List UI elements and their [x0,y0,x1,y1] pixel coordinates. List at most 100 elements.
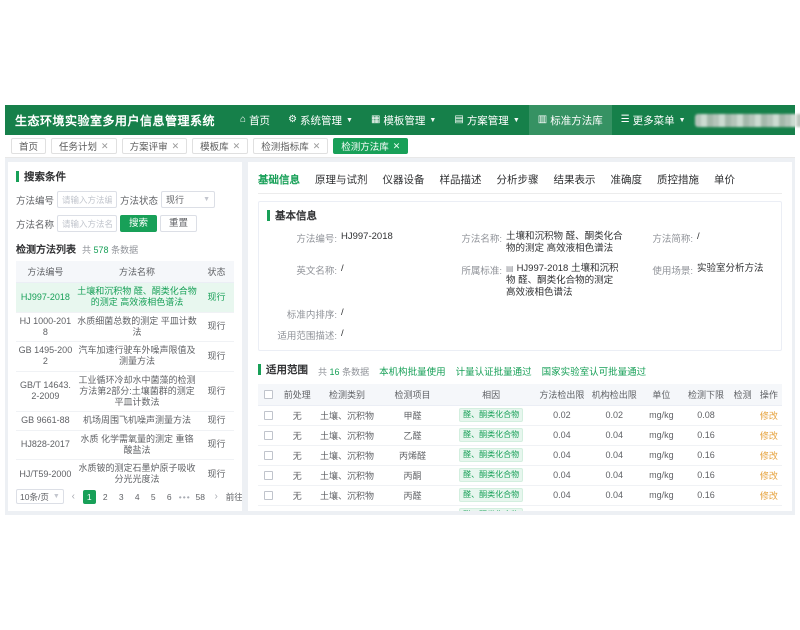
page-number-button[interactable]: 3 [115,490,128,504]
batch-use-link[interactable]: 本机构批量使用 [379,364,446,378]
nav-item-standard-method-library[interactable]: ▥ 标准方法库 [529,105,612,135]
search-button[interactable]: 搜索 [120,215,157,232]
row-checkbox[interactable] [264,451,273,460]
main-content: 搜索条件 方法编号 方法状态 现行 ▼ 方法名称 搜索 重置 检测方法列表 [5,158,795,515]
field-label: 使用场景: [623,263,693,277]
cell-checkbox [258,405,279,425]
cell-group: 醛、酮类化合物 [447,445,536,465]
tab-analysis-steps[interactable]: 分析步骤 [497,172,539,187]
tab-scheme-review[interactable]: 方案评审 ✕ [122,138,188,154]
select-all-checkbox[interactable] [264,390,273,399]
nav-item-scheme[interactable]: ▤ 方案管理 ▼ [445,105,528,135]
page-size-select[interactable]: 10条/页 ▼ [16,489,64,504]
close-icon[interactable]: ✕ [313,142,321,151]
tab-qc-measures[interactable]: 质控措施 [657,172,699,187]
method-name-input[interactable] [57,215,117,232]
scope-table-row[interactable]: 无 土壤、沉积物 丙酮 醛、酮类化合物 0.04 0.04 mg/kg 0.16… [258,465,782,485]
page-number-button[interactable]: 1 [83,490,96,504]
tab-label: 模板库 [200,139,229,153]
scope-table-row[interactable]: 无 土壤、沉积物 丁烯醛 醛、酮类化合物 0.04 0.04 mg/kg 0.1… [258,505,782,511]
field-label: 适用范围描述: [267,328,337,342]
nav-item-more-menu[interactable]: ☰ 更多菜单 ▼ [612,105,695,135]
cell-method-name: 汽车加速行驶车外噪声限值及测量方法 [75,342,199,372]
method-no-input[interactable] [57,191,117,208]
nav-item-system[interactable]: ⚙ 系统管理 ▼ [279,105,362,135]
tab-principle-reagent[interactable]: 原理与试剂 [315,172,368,187]
metrology-batch-pass-link[interactable]: 计量认证批量通过 [456,364,532,378]
close-icon[interactable]: ✕ [172,142,180,151]
method-list-row[interactable]: GB 1495-2002 汽车加速行驶车外噪声限值及测量方法 现行 [16,342,234,372]
cell-checkbox [258,485,279,505]
page-number-button[interactable]: 4 [131,490,144,504]
edit-link[interactable]: 修改 [760,491,778,501]
page-number-button[interactable]: 6 [163,490,176,504]
row-checkbox[interactable] [264,491,273,500]
field-value: HJ997-2018 [341,231,393,243]
col-method-name: 方法名称 [75,261,199,283]
field-value: / [697,231,700,243]
cell-method-name: 土壤和沉积物 醛、酮类化合物的测定 高效液相色谱法 [75,283,199,313]
cell-unit: mg/kg [640,465,682,485]
scope-table-header: 前处理 检测类别 检测项目 相因 方法检出限 机构检出限 单位 检测下限 检测 … [258,384,782,406]
edit-link[interactable]: 修改 [760,451,778,461]
cell-unit: mg/kg [640,485,682,505]
cell-status: 现行 [199,430,234,460]
page-number-button[interactable]: 2 [99,490,112,504]
reset-button[interactable]: 重置 [160,215,197,232]
scope-table-row[interactable]: 无 土壤、沉积物 丙醛 醛、酮类化合物 0.04 0.04 mg/kg 0.16… [258,485,782,505]
prev-page-button[interactable]: ‹ [67,490,80,504]
method-status-select[interactable]: 现行 ▼ [161,191,215,208]
page-number-button[interactable]: 5 [147,490,160,504]
col-detection: 检测 [730,384,756,406]
standard-text: HJ997-2018 土壤和沉积物 醛、酮类化合物的测定 高效液相色谱法 [506,263,618,299]
method-list-row[interactable]: GB/T 14643.2-2009 工业循环冷却水中菌藻的检测方法第2部分:土壤… [16,371,234,412]
nav-item-home[interactable]: ⌂ 首页 [231,105,279,135]
row-checkbox[interactable] [264,471,273,480]
tab-template-library[interactable]: 模板库 ✕ [192,138,248,154]
tab-accuracy[interactable]: 准确度 [611,172,643,187]
tab-result-expression[interactable]: 结果表示 [554,172,596,187]
cell-org-detection-limit: 0.04 [588,425,640,445]
edit-link[interactable]: 修改 [760,411,778,421]
search-title-text: 搜索条件 [24,169,66,184]
compound-class-badge: 醛、酮类化合物 [459,508,523,511]
method-list-row[interactable]: HJ828-2017 水质 化学需氧量的测定 重铬酸盐法 现行 [16,430,234,460]
nav-item-template[interactable]: ▦ 模板管理 ▼ [362,105,445,135]
edit-link[interactable]: 修改 [760,431,778,441]
field-standard-order: 标准内排序: / [267,307,773,321]
scheme-icon: ▤ [454,115,463,125]
tab-basic-info[interactable]: 基础信息 [258,172,300,187]
close-icon[interactable]: ✕ [101,142,109,151]
edit-link[interactable]: 修改 [760,471,778,481]
tab-instruments[interactable]: 仪器设备 [383,172,425,187]
method-list-row[interactable]: HJ/T59-2000 水质铍的测定石墨炉原子吸收分光光度法 现行 [16,460,234,485]
scope-table-row[interactable]: 无 土壤、沉积物 乙醛 醛、酮类化合物 0.04 0.04 mg/kg 0.16… [258,425,782,445]
last-page-button[interactable]: 58 [194,490,207,504]
tab-sample-description[interactable]: 样品描述 [440,172,482,187]
cnas-batch-pass-link[interactable]: 国家实验室认可批量通过 [542,364,647,378]
field-method-no: 方法编号: HJ997-2018 [267,231,432,256]
scope-title-text: 适用范围 [266,362,308,377]
tab-indicator-library[interactable]: 检测指标库 ✕ [253,138,328,154]
close-icon[interactable]: ✕ [393,142,401,151]
cell-status: 现行 [199,460,234,485]
cell-method-name: 水质细菌总数的测定 平皿计数法 [75,312,199,342]
close-icon[interactable]: ✕ [233,142,241,151]
tab-method-library[interactable]: 检测方法库 ✕ [333,138,408,154]
field-scope-description: 适用范围描述: / [267,328,773,342]
method-list-row[interactable]: HJ 1000-2018 水质细菌总数的测定 平皿计数法 现行 [16,312,234,342]
compound-class-badge: 醛、酮类化合物 [459,408,523,422]
scope-table-row[interactable]: 无 土壤、沉积物 甲醛 醛、酮类化合物 0.02 0.02 mg/kg 0.08… [258,405,782,425]
tab-task-plan[interactable]: 任务计划 ✕ [51,138,117,154]
compound-class-badge: 醛、酮类化合物 [459,468,523,482]
row-checkbox[interactable] [264,411,273,420]
method-list-row[interactable]: GB 9661-88 机场周围飞机噪声测量方法 现行 [16,412,234,430]
chevron-down-icon: ▼ [203,196,210,203]
method-list-row[interactable]: HJ997-2018 土壤和沉积物 醛、酮类化合物的测定 高效液相色谱法 现行 [16,283,234,313]
cell-method-detection-limit: 0.04 [536,445,588,465]
row-checkbox[interactable] [264,431,273,440]
scope-table-row[interactable]: 无 土壤、沉积物 丙烯醛 醛、酮类化合物 0.04 0.04 mg/kg 0.1… [258,445,782,465]
next-page-button[interactable]: › [210,490,223,504]
tab-unit-price[interactable]: 单价 [714,172,735,187]
tab-home[interactable]: 首页 [11,138,46,154]
